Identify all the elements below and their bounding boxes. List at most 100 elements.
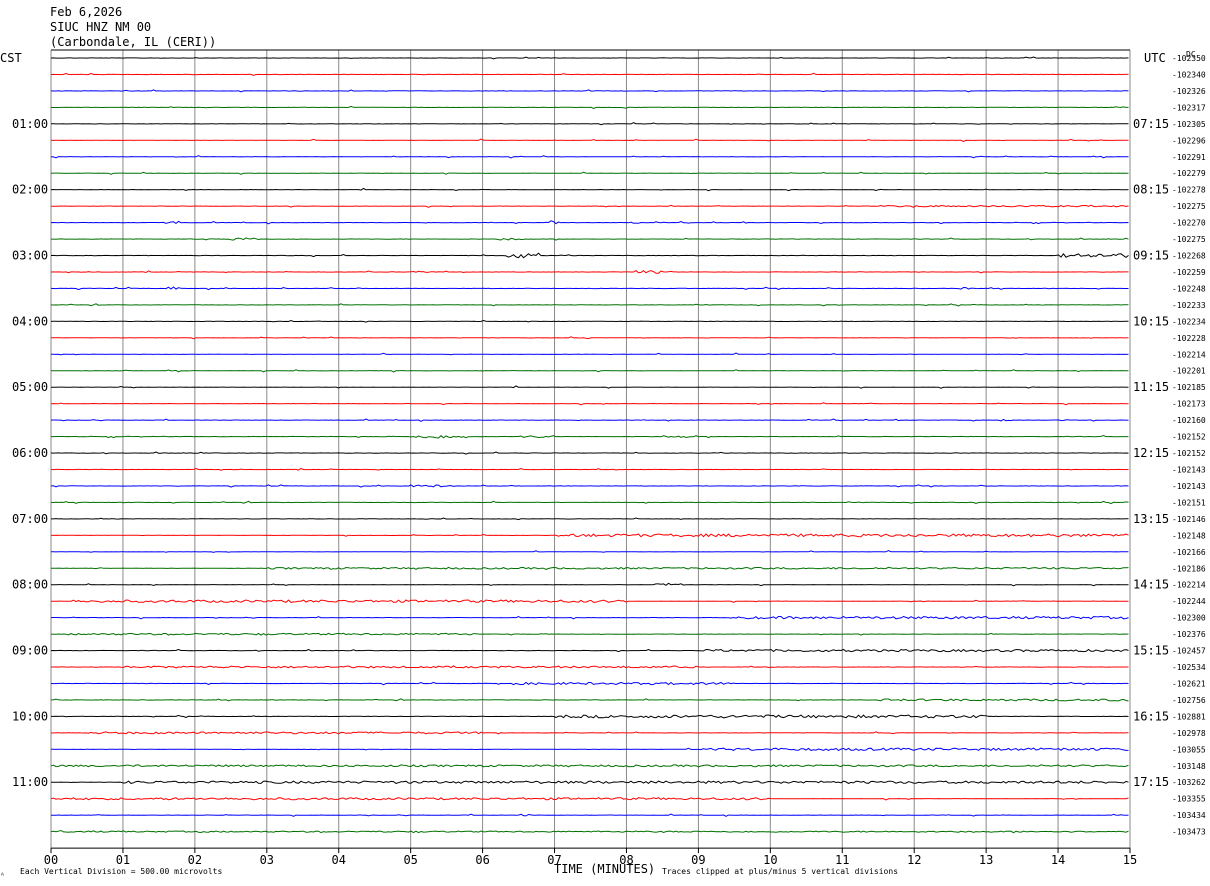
trace-row: [50, 797, 1129, 801]
x-tick-label: 14: [1051, 853, 1065, 867]
cst-hour-label: 02:00: [12, 183, 48, 197]
dc-offset-label: -102270: [1172, 219, 1206, 228]
trace-row: [50, 269, 1129, 274]
dc-offset-label: -102201: [1172, 367, 1206, 376]
trace-row: [50, 500, 1129, 505]
x-tick-label: 13: [979, 853, 993, 867]
trace-row: [51, 813, 1129, 817]
trace-row: [50, 533, 1129, 538]
x-tick-label: 12: [907, 853, 921, 867]
cst-hour-label: 09:00: [12, 644, 48, 658]
dc-offset-label: -102248: [1172, 284, 1206, 293]
dc-offset-label: -102146: [1172, 515, 1206, 524]
cst-hour-label: 05:00: [12, 380, 48, 394]
utc-hour-label: 12:15: [1133, 446, 1169, 460]
trace-row: [50, 89, 1129, 93]
chart-header: Feb 6,2026 SIUC HNZ NM 00 (Carbondale, I…: [0, 5, 1196, 65]
trace-row: [50, 451, 1129, 455]
utc-hour-label: 07:15: [1133, 117, 1169, 131]
trace-row: [51, 698, 1129, 702]
x-tick-label: 02: [188, 853, 202, 867]
cst-hour-label: 06:00: [12, 446, 48, 460]
trace-row: [50, 566, 1129, 570]
trace-row: [50, 187, 1129, 192]
dc-offset-label: -102214: [1172, 581, 1206, 590]
x-tick-label: 10: [763, 853, 777, 867]
helicorder-chart: Feb 6,2026 SIUC HNZ NM 00 (Carbondale, I…: [0, 5, 1206, 880]
trace-row: [50, 105, 1129, 109]
dc-offset-label: -102305: [1172, 120, 1206, 129]
header-date: Feb 6,2026: [50, 5, 122, 19]
utc-hour-label: 11:15: [1133, 380, 1169, 394]
x-tick-label: 01: [116, 853, 130, 867]
utc-hour-label: 15:15: [1133, 644, 1169, 658]
utc-hour-label: 14:15: [1133, 578, 1169, 592]
dc-offset-label: -102234: [1172, 317, 1206, 326]
trace-row: [50, 764, 1129, 768]
x-axis-title: TIME (MINUTES): [554, 862, 655, 876]
trace-row: [50, 648, 1129, 653]
trace-row: [50, 122, 1129, 126]
dc-offset-label: -103262: [1172, 778, 1206, 787]
dc-offset-label: -102143: [1172, 482, 1206, 491]
trace-row: [51, 369, 1129, 373]
dc-offset-label: -102457: [1172, 647, 1206, 656]
dc-offset-label: -102881: [1172, 712, 1206, 721]
dc-offset-label: -102152: [1172, 449, 1206, 458]
dc-offset-label: -102244: [1172, 597, 1206, 606]
cst-hour-label: 10:00: [12, 709, 48, 723]
trace-row: [50, 286, 1129, 291]
dc-offset-label: -102621: [1172, 679, 1206, 688]
dc-offset-label: -102148: [1172, 531, 1206, 540]
x-tick-label: 04: [332, 853, 346, 867]
dc-offset-label: -102173: [1172, 400, 1206, 409]
trace-row: [51, 550, 1129, 553]
dc-offset-label: -103055: [1172, 745, 1206, 754]
trace-row: [50, 418, 1129, 422]
dc-offset-label: -103148: [1172, 762, 1206, 771]
trace-row: [51, 599, 1129, 603]
x-tick-label: 11: [835, 853, 849, 867]
trace-row: [50, 731, 1129, 735]
dc-offset-labels: -102350 -102340 -102326 -102317 -102305 -1022…: [1172, 54, 1206, 837]
trace-lines: [50, 56, 1129, 834]
utc-hour-label: 08:15: [1133, 183, 1169, 197]
trace-row: [50, 615, 1129, 620]
footer-mark: ᴬ: [0, 871, 5, 880]
trace-row: [50, 204, 1129, 208]
scale-note: Each Vertical Division = 500.00 microvol…: [20, 867, 222, 876]
utc-hour-label: 13:15: [1133, 512, 1169, 526]
header-location: (Carbondale, IL (CERI)): [50, 35, 216, 49]
dc-offset-label: -102534: [1172, 663, 1206, 672]
trace-row: [51, 517, 1129, 521]
dc-offset-label: -102296: [1172, 136, 1206, 145]
cst-hour-label: 07:00: [12, 512, 48, 526]
trace-row: [51, 714, 1129, 719]
trace-row: [50, 336, 1129, 340]
dc-offset-label: -103434: [1172, 811, 1206, 820]
dc-offset-label: -102228: [1172, 334, 1206, 343]
cst-hour-label: 01:00: [12, 117, 48, 131]
dc-offset-label: -102376: [1172, 630, 1206, 639]
dc-offset-label: -102300: [1172, 614, 1206, 623]
dc-offset-label: -102151: [1172, 498, 1206, 507]
trace-row: [50, 681, 1129, 686]
dc-offset-label: -102185: [1172, 383, 1206, 392]
dc-offset-label: -102275: [1172, 202, 1206, 211]
trace-row: [50, 56, 1129, 60]
trace-row: [51, 434, 1129, 439]
utc-hour-label: 09:15: [1133, 249, 1169, 263]
trace-row: [51, 237, 1129, 241]
utc-hour-label: 16:15: [1133, 709, 1169, 723]
trace-row: [50, 829, 1129, 834]
dc-offset-label: -102978: [1172, 729, 1206, 738]
dc-offset-label: -102278: [1172, 186, 1206, 195]
dc-offset-label: -102186: [1172, 564, 1206, 573]
dc-offset-label: -102275: [1172, 235, 1206, 244]
utc-hour-labels: 07:15 08:15 09:15 10:15 11:15 12:15 13:15 14:15…: [1133, 117, 1169, 789]
dc-offset-label: -102160: [1172, 416, 1206, 425]
dc-offset-label: -102756: [1172, 696, 1206, 705]
trace-row: [50, 385, 1129, 389]
dc-offset-label: -102214: [1172, 350, 1206, 359]
dc-offset-label: -102279: [1172, 169, 1206, 178]
